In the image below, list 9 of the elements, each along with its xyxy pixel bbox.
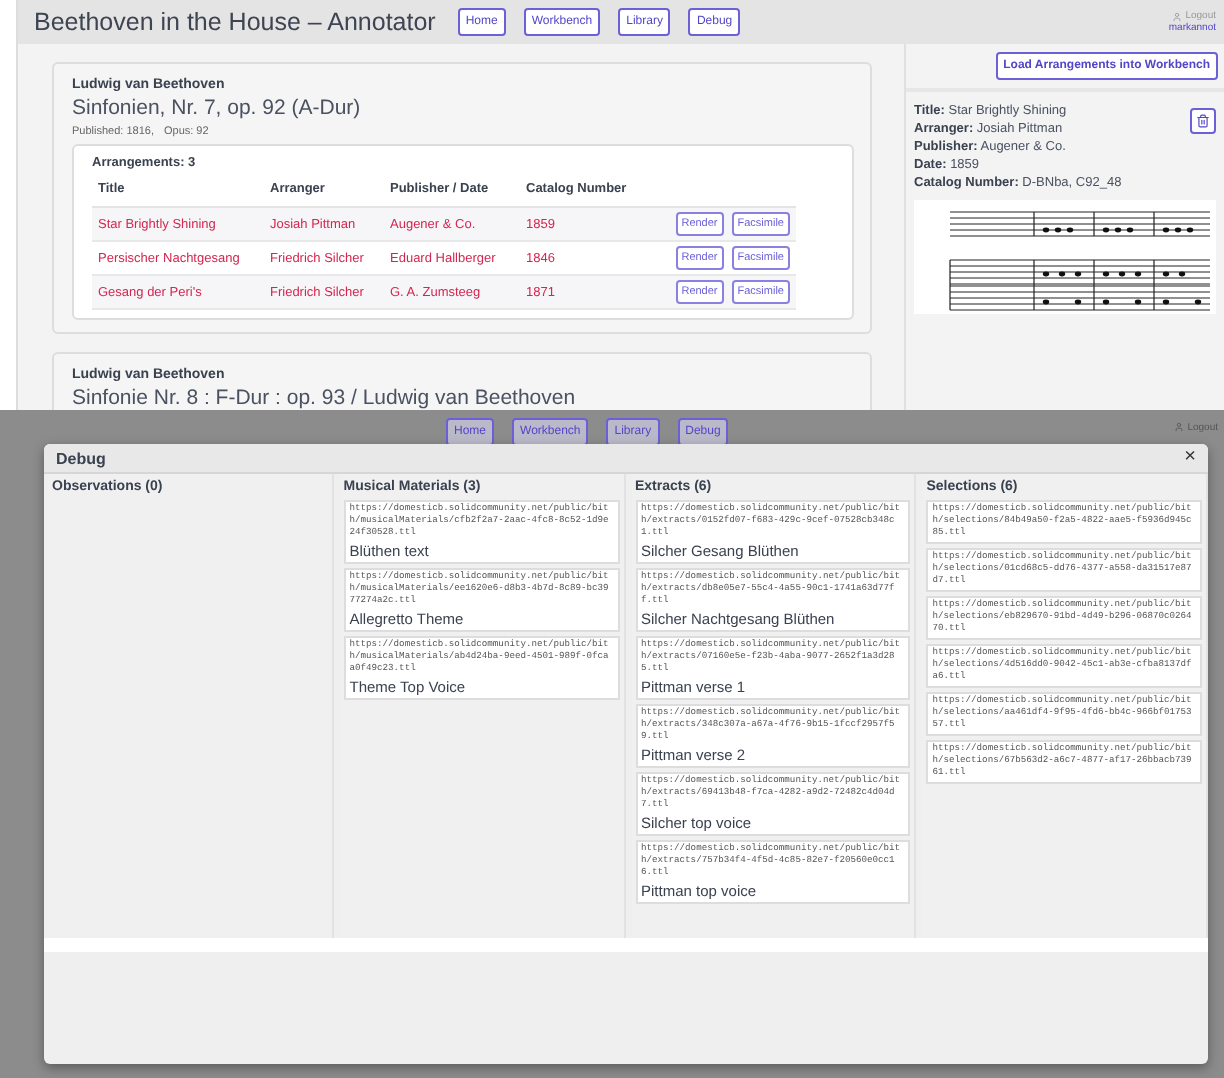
close-button[interactable]: × (1184, 448, 1196, 468)
work-title: Sinfonien, Nr. 7, op. 92 (A-Dur) (72, 96, 363, 120)
app-title: Beethoven in the House – Annotator (34, 8, 436, 36)
trash-icon (1196, 114, 1210, 128)
work-title: Sinfonie Nr. 8 : F-Dur : op. 93 / Ludwig van Beethoven (72, 386, 578, 410)
user-icon (1173, 422, 1184, 432)
delete-button[interactable] (1190, 108, 1216, 134)
dialog-title: Debug (56, 449, 106, 467)
user-icon (1171, 11, 1182, 21)
